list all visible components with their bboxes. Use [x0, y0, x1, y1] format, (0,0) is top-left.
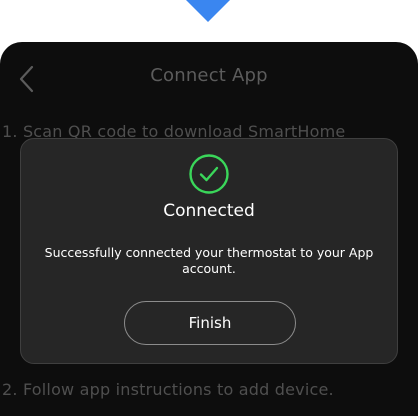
down-arrow-icon — [186, 0, 230, 22]
device-screen: Connect App 1. Scan QR code to download … — [0, 42, 418, 416]
dialog-message: Successfully connected your thermostat t… — [44, 245, 374, 276]
step-2-text: 2. Follow app instructions to add device… — [2, 380, 334, 399]
check-circle-icon — [189, 154, 229, 194]
finish-button[interactable]: Finish — [124, 301, 296, 345]
connected-dialog: Connected Successfully connected your th… — [20, 138, 398, 364]
screen-title: Connect App — [150, 65, 268, 86]
dialog-title: Connected — [163, 201, 255, 221]
